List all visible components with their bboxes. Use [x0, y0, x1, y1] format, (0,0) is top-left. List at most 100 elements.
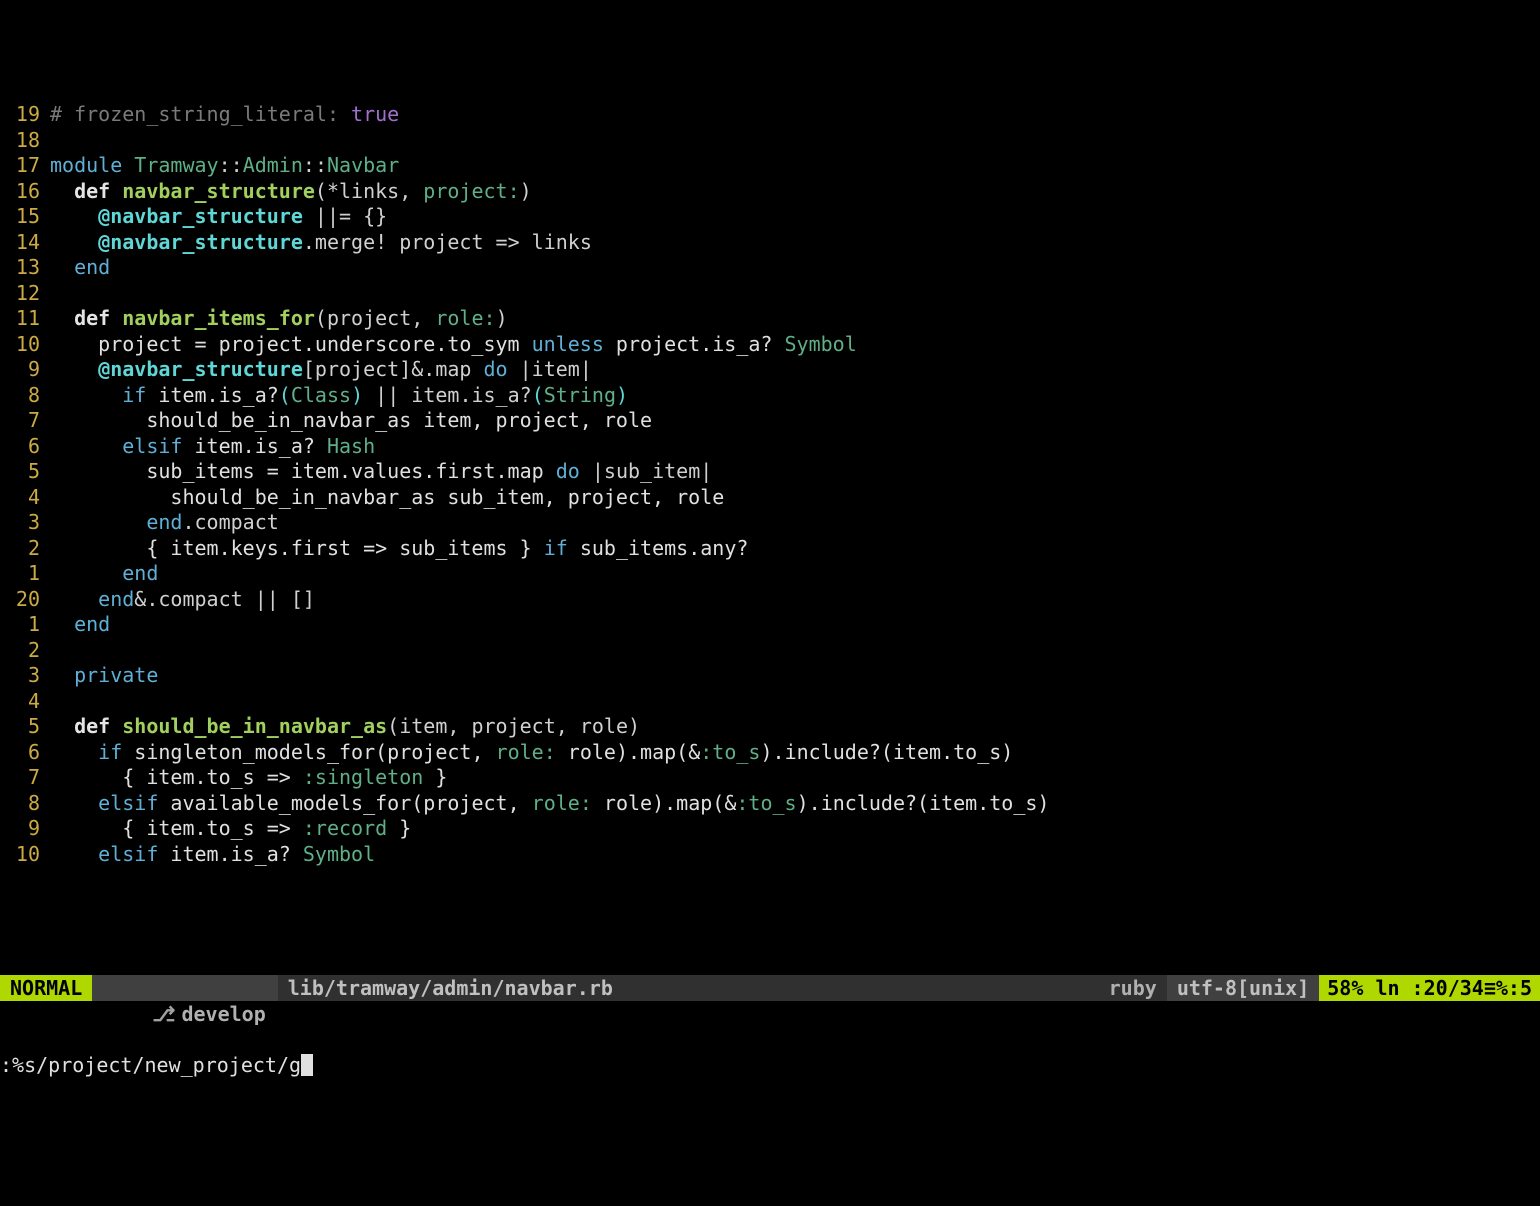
- line-code: @navbar_structure.merge! project => link…: [40, 230, 592, 256]
- line-code: { item.to_s => :singleton }: [40, 765, 447, 791]
- line-number: 2: [0, 536, 40, 562]
- code-line[interactable]: 9 { item.to_s => :record }: [0, 816, 1540, 842]
- code-line[interactable]: 7 should_be_in_navbar_as item, project, …: [0, 408, 1540, 434]
- file-path: lib/tramway/admin/navbar.rb: [278, 975, 1099, 1001]
- line-code: should_be_in_navbar_as sub_item, project…: [40, 485, 724, 511]
- line-code: end: [40, 255, 110, 281]
- line-code: [40, 638, 50, 664]
- line-code: { item.keys.first => sub_items } if sub_…: [40, 536, 748, 562]
- line-code: elsif available_models_for(project, role…: [40, 791, 1049, 817]
- line-number: 2: [0, 638, 40, 664]
- line-code: should_be_in_navbar_as item, project, ro…: [40, 408, 652, 434]
- code-line[interactable]: 11 def navbar_items_for(project, role:): [0, 306, 1540, 332]
- line-code: def should_be_in_navbar_as(item, project…: [40, 714, 640, 740]
- line-number: 19: [0, 102, 40, 128]
- code-line[interactable]: 4 should_be_in_navbar_as sub_item, proje…: [0, 485, 1540, 511]
- line-code: @navbar_structure ||= {}: [40, 204, 387, 230]
- line-number: 1: [0, 561, 40, 587]
- line-number: 7: [0, 765, 40, 791]
- line-number: 18: [0, 128, 40, 154]
- branch-icon: ⎇: [152, 1001, 175, 1027]
- line-code: end: [40, 561, 158, 587]
- code-line[interactable]: 6 elsif item.is_a? Hash: [0, 434, 1540, 460]
- line-number: 6: [0, 434, 40, 460]
- line-number: 14: [0, 230, 40, 256]
- git-branch: ⎇develop: [92, 975, 278, 1001]
- status-bar: NORMAL ⎇develop lib/tramway/admin/navbar…: [0, 975, 1540, 1001]
- code-line[interactable]: 5 def should_be_in_navbar_as(item, proje…: [0, 714, 1540, 740]
- code-line[interactable]: 18: [0, 128, 1540, 154]
- code-line[interactable]: 8 elsif available_models_for(project, ro…: [0, 791, 1540, 817]
- cursor: [301, 1054, 313, 1076]
- line-number: 9: [0, 816, 40, 842]
- line-number: 5: [0, 714, 40, 740]
- code-line[interactable]: 9 @navbar_structure[project]&.map do |it…: [0, 357, 1540, 383]
- mode-indicator: NORMAL: [0, 975, 92, 1001]
- line-code: { item.to_s => :record }: [40, 816, 411, 842]
- line-code: @navbar_structure[project]&.map do |item…: [40, 357, 592, 383]
- code-line[interactable]: 1 end: [0, 561, 1540, 587]
- line-number: 12: [0, 281, 40, 307]
- code-line[interactable]: 10 elsif item.is_a? Symbol: [0, 842, 1540, 868]
- branch-name: develop: [181, 1002, 265, 1026]
- code-line[interactable]: 2 { item.keys.first => sub_items } if su…: [0, 536, 1540, 562]
- line-code: if singleton_models_for(project, role: r…: [40, 740, 1013, 766]
- code-line[interactable]: 7 { item.to_s => :singleton }: [0, 765, 1540, 791]
- code-line[interactable]: 19# frozen_string_literal: true: [0, 102, 1540, 128]
- code-line[interactable]: 4: [0, 689, 1540, 715]
- line-number: 8: [0, 791, 40, 817]
- line-number: 16: [0, 179, 40, 205]
- code-line[interactable]: 2: [0, 638, 1540, 664]
- line-number: 4: [0, 485, 40, 511]
- code-line[interactable]: 14 @navbar_structure.merge! project => l…: [0, 230, 1540, 256]
- line-number: 10: [0, 842, 40, 868]
- line-number: 7: [0, 408, 40, 434]
- line-code: [40, 281, 50, 307]
- line-number: 10: [0, 332, 40, 358]
- line-number: 20: [0, 587, 40, 613]
- line-code: def navbar_items_for(project, role:): [40, 306, 508, 332]
- command-line[interactable]: :%s/project/new_project/g: [0, 1052, 1540, 1078]
- line-code: if item.is_a?(Class) || item.is_a?(Strin…: [40, 383, 628, 409]
- code-line[interactable]: 6 if singleton_models_for(project, role:…: [0, 740, 1540, 766]
- line-code: elsif item.is_a? Hash: [40, 434, 375, 460]
- code-line[interactable]: 13 end: [0, 255, 1540, 281]
- command-text: :%s/project/new_project/g: [0, 1052, 301, 1078]
- line-number: 13: [0, 255, 40, 281]
- code-line[interactable]: 1 end: [0, 612, 1540, 638]
- cursor-position: 58% ln :20/34≡%:5: [1319, 975, 1540, 1001]
- code-line[interactable]: 15 @navbar_structure ||= {}: [0, 204, 1540, 230]
- line-code: end.compact: [40, 510, 279, 536]
- line-code: end: [40, 612, 110, 638]
- line-code: project = project.underscore.to_sym unle…: [40, 332, 857, 358]
- line-code: sub_items = item.values.first.map do |su…: [40, 459, 712, 485]
- line-code: def navbar_structure(*links, project:): [40, 179, 532, 205]
- line-code: # frozen_string_literal: true: [40, 102, 399, 128]
- code-line[interactable]: 16 def navbar_structure(*links, project:…: [0, 179, 1540, 205]
- line-number: 11: [0, 306, 40, 332]
- line-number: 3: [0, 510, 40, 536]
- code-editor[interactable]: 19# frozen_string_literal: true1817modul…: [0, 102, 1540, 924]
- line-number: 3: [0, 663, 40, 689]
- line-code: end&.compact || []: [40, 587, 315, 613]
- line-number: 4: [0, 689, 40, 715]
- code-line[interactable]: 8 if item.is_a?(Class) || item.is_a?(Str…: [0, 383, 1540, 409]
- line-number: 9: [0, 357, 40, 383]
- line-number: 17: [0, 153, 40, 179]
- line-number: 1: [0, 612, 40, 638]
- code-line[interactable]: 17module Tramway::Admin::Navbar: [0, 153, 1540, 179]
- code-line[interactable]: 5 sub_items = item.values.first.map do |…: [0, 459, 1540, 485]
- line-code: private: [40, 663, 158, 689]
- code-line[interactable]: 3 end.compact: [0, 510, 1540, 536]
- code-line[interactable]: 20 end&.compact || []: [0, 587, 1540, 613]
- line-number: 5: [0, 459, 40, 485]
- code-line[interactable]: 3 private: [0, 663, 1540, 689]
- line-number: 6: [0, 740, 40, 766]
- code-line[interactable]: 10 project = project.underscore.to_sym u…: [0, 332, 1540, 358]
- line-number: 15: [0, 204, 40, 230]
- code-line[interactable]: 12: [0, 281, 1540, 307]
- filetype: ruby: [1099, 975, 1167, 1001]
- line-number: 8: [0, 383, 40, 409]
- line-code: [40, 689, 50, 715]
- line-code: elsif item.is_a? Symbol: [40, 842, 375, 868]
